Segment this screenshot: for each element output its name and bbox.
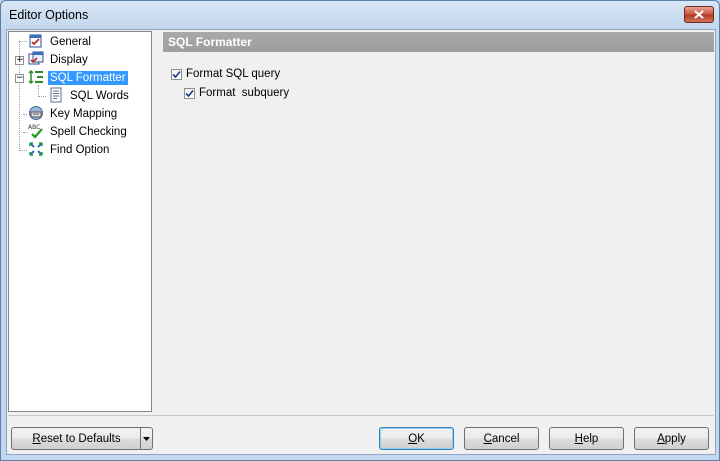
format-subquery-checkbox[interactable] [184,87,195,99]
checkmark-icon [185,89,194,97]
svg-text:ABC: ABC [28,124,40,131]
tree-item-label: Display [50,53,88,66]
options-page: SQL Formatter Format SQL query Format su… [157,31,714,412]
find-icon [28,141,44,157]
cancel-label: Cancel [483,432,520,445]
tree-item-label: SQL Words [70,89,129,102]
footer-divider [8,415,714,416]
reset-to-defaults-label: Reset to Defaults [32,432,121,445]
display-icon [28,51,44,67]
close-button[interactable] [684,6,714,23]
tree-item-find-option[interactable]: Find Option [48,141,111,158]
checkmark-icon [172,70,181,78]
format-subquery-option[interactable]: Format subquery [184,87,289,99]
keyboard-icon [28,105,44,121]
spell-check-icon: ABC [28,123,44,139]
tree-item-label: General [50,35,91,48]
ok-label: OK [408,432,425,445]
editor-options-window: Editor Options General + Display − SQL F… [0,0,720,461]
tree-item-spell-checking[interactable]: Spell Checking [48,123,129,140]
ok-button[interactable]: OK [379,427,454,450]
reset-dropdown-button[interactable] [140,427,153,450]
tree-item-general[interactable]: General [48,33,93,50]
page-title: SQL Formatter [163,32,714,52]
cancel-button[interactable]: Cancel [464,427,539,450]
tree-item-label: Find Option [50,143,110,156]
format-sql-query-checkbox[interactable] [171,68,182,80]
options-tree[interactable]: General + Display − SQL Formatter SQL Wo… [8,31,152,412]
general-icon [28,33,44,49]
close-icon [694,10,704,19]
reset-to-defaults-button[interactable]: Reset to Defaults [11,427,142,450]
tree-item-label: SQL Formatter [48,70,128,85]
tree-item-key-mapping[interactable]: Key Mapping [48,105,119,122]
format-subquery-label: Format subquery [199,87,290,99]
sql-formatter-icon [28,69,44,85]
apply-label: Apply [657,432,686,445]
tree-item-sql-words[interactable]: SQL Words [68,87,131,104]
apply-button[interactable]: Apply [634,427,709,450]
tree-item-display[interactable]: Display [48,51,90,68]
window-title: Editor Options [9,8,89,22]
help-label: Help [574,432,599,445]
tree-item-label: Spell Checking [50,125,127,138]
document-icon [48,87,64,103]
help-button[interactable]: Help [549,427,624,450]
expand-toggle-display[interactable]: + [15,56,24,65]
format-sql-query-option[interactable]: Format SQL query [171,68,280,80]
format-sql-query-label: Format SQL query [186,68,281,80]
tree-item-label: Key Mapping [50,107,118,120]
dialog-client: General + Display − SQL Formatter SQL Wo… [6,29,716,455]
title-bar[interactable]: Editor Options [1,1,719,29]
collapse-toggle-sql-formatter[interactable]: − [15,74,24,83]
tree-item-sql-formatter[interactable]: SQL Formatter [48,69,128,86]
dropdown-arrow-icon [143,436,150,441]
